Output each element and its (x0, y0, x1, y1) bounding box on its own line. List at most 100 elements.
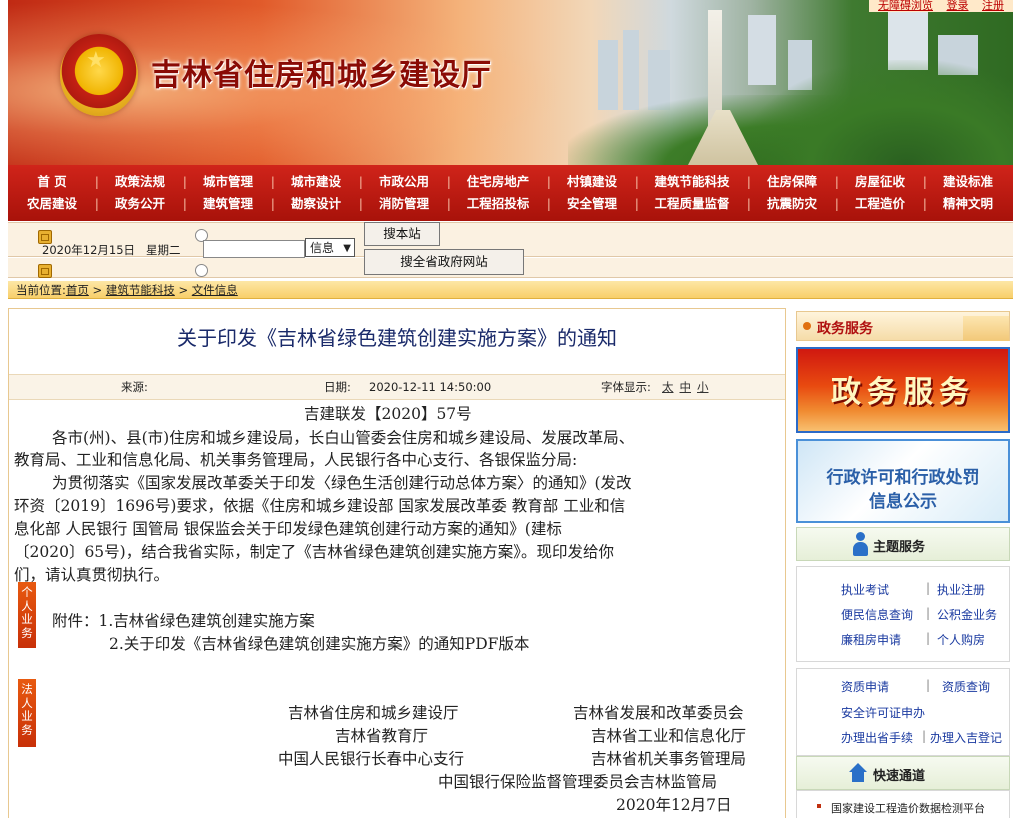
select-value: 信息 (310, 241, 335, 255)
person-icon (853, 532, 868, 556)
attachment-1[interactable]: 附件：1.吉林省绿色建筑创建实施方案 (52, 611, 315, 632)
house-icon (849, 763, 867, 783)
document-number: 吉建联发【2020】57号 (304, 405, 472, 423)
nav-item-quality-supervision[interactable]: 工程质量监督 (636, 194, 751, 216)
signatory: 吉林省工业和信息化厅 (591, 727, 747, 745)
nav-item-standards[interactable]: 建设标准 (924, 172, 1012, 194)
separator: | (926, 631, 931, 645)
nav-item-building-management[interactable]: 建筑管理 (184, 194, 275, 216)
calendar-icon (38, 264, 52, 278)
service-link-exam[interactable]: 执业考试 (841, 581, 889, 598)
body-line: 为贯彻落实《国家发展改革委关于印发〈绿色生活创建行动总体方案〉的通知》(发改 (52, 474, 632, 492)
article-title: 关于印发《吉林省绿色建筑创建实施方案》的通知 (177, 326, 617, 350)
separator: | (926, 678, 931, 692)
search-input[interactable] (203, 240, 305, 258)
theme-service-header: 主题服务 (796, 527, 1010, 561)
breadcrumb-sep: > (92, 283, 103, 297)
breadcrumb-sep: > (178, 283, 189, 297)
font-small-link[interactable]: 小 (697, 380, 709, 394)
nav-item-bidding[interactable]: 工程招投标 (448, 194, 551, 216)
breadcrumb-home[interactable]: 首页 (66, 283, 89, 297)
search-gov-sites-button[interactable]: 搜全省政府网站 (364, 249, 524, 275)
quick-link-cost-data[interactable]: 国家建设工程造价数据检测平台 (831, 800, 985, 816)
nav-item-policy[interactable]: 政策法规 (96, 172, 187, 194)
attachment-2[interactable]: 2.关于印发《吉林省绿色建筑创建实施方案》的通知PDF版本 (109, 634, 529, 655)
service-link-safety-license[interactable]: 安全许可证申办 (841, 704, 925, 721)
nav-item-village[interactable]: 村镇建设 (548, 172, 639, 194)
nav-item-expropriation[interactable]: 房屋征收 (836, 172, 927, 194)
separator: | (926, 581, 931, 595)
breadcrumb-energy-tech[interactable]: 建筑节能科技 (106, 283, 175, 297)
top-links: 无障碍浏览 登录 注册 (869, 0, 1013, 12)
nav-item-municipal[interactable]: 市政公用 (360, 172, 451, 194)
nav-item-energy-tech[interactable]: 建筑节能科技 (636, 172, 751, 194)
separator: | (922, 729, 927, 743)
chevron-down-icon: ▼ (343, 243, 351, 254)
article-meta: 来源: 日期: 2020-12-11 14:50:00 字体显示: 太中小 (9, 374, 785, 400)
main-nav: 首 页 政策法规 城市管理 城市建设 市政公用 住宅房地产 村镇建设 建筑节能科… (8, 165, 1013, 221)
header-banner: ★ 吉林省住房和城乡建设厅 (8, 0, 1013, 165)
theme-service-title: 主题服务 (873, 540, 926, 555)
font-large-link[interactable]: 太 (662, 380, 674, 394)
login-link[interactable]: 登录 (947, 0, 969, 12)
separator: | (926, 606, 931, 620)
nav-item-gov-affairs[interactable]: 政务公开 (96, 194, 187, 216)
service-link-low-rent[interactable]: 廉租房申请 (841, 631, 901, 648)
nav-item-cost[interactable]: 工程造价 (836, 194, 927, 216)
signatory: 吉林省机关事务管理局 (591, 750, 747, 768)
nav-item-home[interactable]: 首 页 (8, 172, 99, 194)
body-line: 各市(州)、县(市)住房和城乡建设局，长白山管委会住房和城乡建设局、发展改革局、 (52, 429, 635, 447)
date-label: 日期: (324, 380, 351, 394)
service-link-registration[interactable]: 执业注册 (937, 581, 985, 598)
nav-item-city-construction[interactable]: 城市建设 (272, 172, 363, 194)
quick-channel-header: 快速通道 (796, 756, 1010, 790)
nav-item-city-management[interactable]: 城市管理 (184, 172, 275, 194)
service-link-housing-fund[interactable]: 公积金业务 (937, 606, 997, 623)
personal-business-tab[interactable]: 个人业务 (18, 582, 36, 648)
breadcrumb: 当前位置:首页 > 建筑节能科技 > 文件信息 (8, 281, 1013, 299)
signatory: 中国银行保险监督管理委员会吉林监管局 (438, 773, 718, 791)
breadcrumb-prefix: 当前位置: (16, 283, 66, 297)
signatory: 中国人民银行长春中心支行 (278, 750, 465, 768)
nav-item-fire-management[interactable]: 消防管理 (360, 194, 451, 216)
search-type-select[interactable]: 信息 ▼ (305, 238, 355, 257)
site-title: 吉林省住房和城乡建设厅 (151, 58, 492, 93)
permit-penalty-banner[interactable]: 行政许可和行政处罚 信息公示 (796, 439, 1010, 523)
body-line: 们，请认真贯彻执行。 (14, 566, 170, 584)
source-label: 来源: (121, 380, 148, 394)
nav-item-rural-housing[interactable]: 农居建设 (8, 194, 99, 216)
nav-item-safety[interactable]: 安全管理 (548, 194, 639, 216)
nav-item-survey-design[interactable]: 勘察设计 (272, 194, 363, 216)
quick-channel-title: 快速通道 (873, 769, 926, 784)
gov-service-header: 政务服务 (796, 311, 1010, 341)
service-link-qualification-query[interactable]: 资质查询 (942, 678, 990, 695)
signatory: 吉林省发展和改革委员会 (573, 704, 744, 722)
font-size-label: 字体显示: (601, 380, 651, 394)
gov-service-banner-text: 政务服务 (831, 375, 975, 410)
nav-item-disaster-prevention[interactable]: 抗震防灾 (748, 194, 839, 216)
nav-item-housing-security[interactable]: 住房保障 (748, 172, 839, 194)
service-link-qualification-apply[interactable]: 资质申请 (841, 678, 889, 695)
accessibility-link[interactable]: 无障碍浏览 (878, 0, 933, 12)
legal-business-tab[interactable]: 法人业务 (18, 679, 36, 747)
body-line: 教育局、工业和信息化局、机关事务管理局，人民银行各中心支行、各银保监分局: (14, 451, 578, 469)
body-line: 息化部 人民银行 国管局 银保监会关于印发绿色建筑创建行动方案的通知》(建标 (14, 520, 562, 538)
signatory: 吉林省住房和城乡建设厅 (288, 704, 459, 722)
nav-item-real-estate[interactable]: 住宅房地产 (448, 172, 551, 194)
font-medium-link[interactable]: 中 (680, 380, 692, 394)
service-link-exit-procedure[interactable]: 办理出省手续 (841, 729, 913, 746)
register-link[interactable]: 注册 (982, 0, 1004, 12)
nav-item-civilization[interactable]: 精神文明 (924, 194, 1012, 216)
service-link-info-query[interactable]: 便民信息查询 (841, 606, 913, 623)
current-date: 2020年12月15日 星期二 (42, 242, 181, 258)
national-emblem-logo: ★ (60, 34, 138, 116)
search-site-button[interactable]: 搜本站 (364, 222, 440, 246)
service-link-home-purchase[interactable]: 个人购房 (937, 631, 985, 648)
search-scope-radio[interactable] (195, 264, 208, 277)
gov-service-banner[interactable]: 政务服务 (796, 347, 1010, 433)
weekday-text: 星期二 (146, 243, 181, 257)
date-value: 2020-12-11 14:50:00 (369, 380, 492, 394)
breadcrumb-documents[interactable]: 文件信息 (192, 283, 238, 297)
font-size-options: 太中小 (659, 375, 712, 399)
service-link-entry-registration[interactable]: 办理入吉登记 (930, 729, 1002, 746)
